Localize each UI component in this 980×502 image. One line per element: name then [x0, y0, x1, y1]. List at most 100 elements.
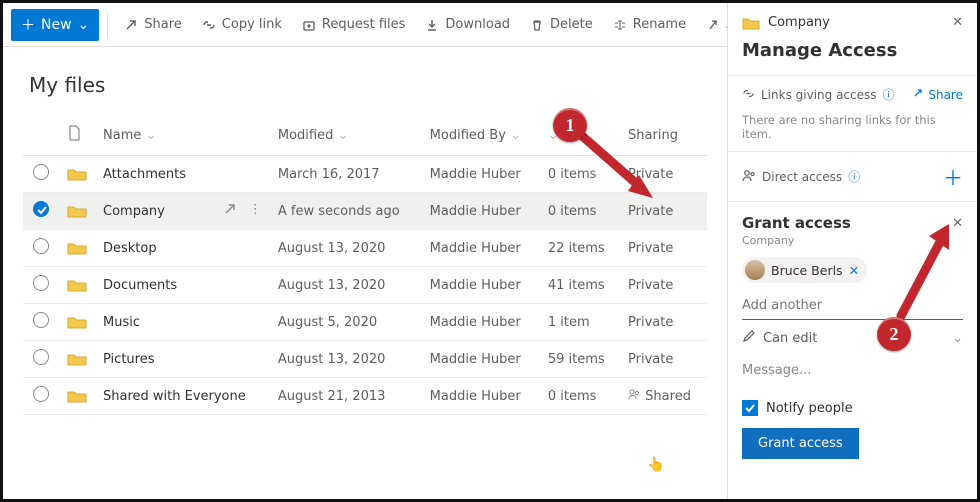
- col-name[interactable]: Name ⌄: [95, 115, 270, 156]
- message-input[interactable]: Message...: [742, 363, 963, 378]
- row-size: 0 items: [540, 156, 620, 193]
- remove-person-icon[interactable]: ✕: [849, 263, 859, 278]
- folder-icon: [67, 167, 87, 182]
- file-icon-header: [67, 130, 81, 145]
- more-icon[interactable]: ⋮: [249, 202, 262, 220]
- panel-folder-name: Company: [768, 15, 830, 30]
- row-modified-by: Maddie Huber: [422, 267, 540, 304]
- pencil-icon: [742, 330, 755, 347]
- rename-command[interactable]: Rename: [605, 11, 694, 38]
- automate-icon: [706, 18, 720, 32]
- row-modified: August 5, 2020: [270, 304, 422, 341]
- table-row[interactable]: DocumentsAugust 13, 2020Maddie Huber41 i…: [23, 267, 707, 304]
- table-row[interactable]: AttachmentsMarch 16, 2017Maddie Huber0 i…: [23, 156, 707, 193]
- row-modified-by: Maddie Huber: [422, 230, 540, 267]
- table-row[interactable]: DesktopAugust 13, 2020Maddie Huber22 ite…: [23, 230, 707, 267]
- row-modified-by: Maddie Huber: [422, 341, 540, 378]
- chevron-down-icon: ⌄: [338, 128, 349, 143]
- row-sharing: Private: [620, 267, 707, 304]
- share-command[interactable]: Share: [116, 11, 190, 38]
- link-icon: [742, 87, 755, 103]
- row-checkbox[interactable]: [33, 312, 49, 328]
- add-another-input[interactable]: [742, 292, 963, 320]
- row-name[interactable]: Company⋮: [95, 193, 270, 230]
- avatar: [745, 260, 765, 280]
- rename-icon: [613, 18, 627, 32]
- row-checkbox[interactable]: [33, 386, 49, 402]
- permission-label: Can edit: [763, 331, 817, 346]
- callout-badge-1: 1: [553, 108, 587, 142]
- row-checkbox[interactable]: [33, 275, 49, 291]
- share-label: Share: [144, 17, 182, 32]
- share-link[interactable]: Share: [912, 87, 963, 102]
- row-modified: A few seconds ago: [270, 193, 422, 230]
- row-modified: August 13, 2020: [270, 267, 422, 304]
- row-sharing: Private: [620, 156, 707, 193]
- folder-icon: [67, 315, 87, 330]
- row-modified-by: Maddie Huber: [422, 193, 540, 230]
- close-icon[interactable]: ✕: [952, 216, 963, 231]
- delete-label: Delete: [550, 17, 593, 32]
- chevron-down-icon: ⌄: [146, 128, 157, 143]
- folder-icon: [67, 278, 87, 293]
- row-modified: March 16, 2017: [270, 156, 422, 193]
- grant-access-button[interactable]: Grant access: [742, 428, 859, 459]
- col-modified-by[interactable]: Modified By ⌄: [422, 115, 540, 156]
- row-name[interactable]: Documents: [95, 267, 270, 304]
- copy-link-command[interactable]: Copy link: [194, 11, 290, 38]
- row-size: 59 items: [540, 341, 620, 378]
- row-name[interactable]: Pictures: [95, 341, 270, 378]
- chevron-down-icon: ⌄: [952, 331, 963, 346]
- row-name[interactable]: Attachments: [95, 156, 270, 193]
- row-name[interactable]: Desktop: [95, 230, 270, 267]
- col-sharing[interactable]: Sharing: [620, 115, 707, 156]
- download-label: Download: [445, 17, 510, 32]
- panel-title: Manage Access: [742, 40, 963, 61]
- row-size: 0 items: [540, 193, 620, 230]
- row-modified: August 13, 2020: [270, 230, 422, 267]
- table-row[interactable]: Shared with EveryoneAugust 21, 2013Maddi…: [23, 378, 707, 415]
- cursor-icon: 👆: [647, 457, 664, 473]
- download-command[interactable]: Download: [417, 11, 518, 38]
- new-label: New: [41, 17, 72, 33]
- row-name[interactable]: Music: [95, 304, 270, 341]
- request-files-command[interactable]: Request files: [294, 11, 414, 38]
- callout-badge-2: 2: [877, 317, 911, 351]
- table-row[interactable]: PicturesAugust 13, 2020Maddie Huber59 it…: [23, 341, 707, 378]
- file-table: Name ⌄ Modified ⌄ Modified By ⌄ ⌄ Sharin…: [23, 115, 707, 415]
- add-people-button[interactable]: ＋: [943, 162, 963, 191]
- row-sharing: Private: [620, 230, 707, 267]
- download-icon: [425, 18, 439, 32]
- row-checkbox[interactable]: [33, 238, 49, 254]
- row-checkbox[interactable]: [33, 201, 49, 217]
- row-checkbox[interactable]: [33, 164, 49, 180]
- plus-icon: ＋: [21, 15, 35, 35]
- trash-icon: [530, 18, 544, 32]
- row-checkbox[interactable]: [33, 349, 49, 365]
- request-files-label: Request files: [322, 17, 406, 32]
- delete-command[interactable]: Delete: [522, 11, 601, 38]
- row-name[interactable]: Shared with Everyone: [95, 378, 270, 415]
- table-row[interactable]: Company⋮A few seconds agoMaddie Huber0 i…: [23, 193, 707, 230]
- person-pill[interactable]: Bruce Berls ✕: [742, 257, 867, 283]
- rename-label: Rename: [633, 17, 686, 32]
- info-icon[interactable]: ⓘ: [848, 168, 860, 185]
- permission-selector[interactable]: Can edit ⌄: [742, 328, 963, 349]
- new-button[interactable]: ＋ New ⌄: [11, 9, 99, 41]
- folder-icon: [67, 352, 87, 367]
- col-modified[interactable]: Modified ⌄: [270, 115, 422, 156]
- chevron-down-icon: ⌄: [510, 128, 521, 143]
- table-row[interactable]: MusicAugust 5, 2020Maddie Huber1 itemPri…: [23, 304, 707, 341]
- row-modified-by: Maddie Huber: [422, 378, 540, 415]
- details-panel: Company ✕ Manage Access Links giving acc…: [727, 3, 977, 499]
- share-icon[interactable]: [223, 202, 237, 220]
- main-content: My files Name ⌄ Modified ⌄ Modified By ⌄…: [3, 47, 727, 415]
- notify-checkbox[interactable]: [742, 400, 758, 416]
- row-size: 22 items: [540, 230, 620, 267]
- request-files-icon: [302, 18, 316, 32]
- close-icon[interactable]: ✕: [952, 15, 963, 30]
- info-icon[interactable]: ⓘ: [883, 86, 895, 103]
- folder-icon: [67, 204, 87, 219]
- row-modified-by: Maddie Huber: [422, 304, 540, 341]
- person-name: Bruce Berls: [771, 263, 843, 278]
